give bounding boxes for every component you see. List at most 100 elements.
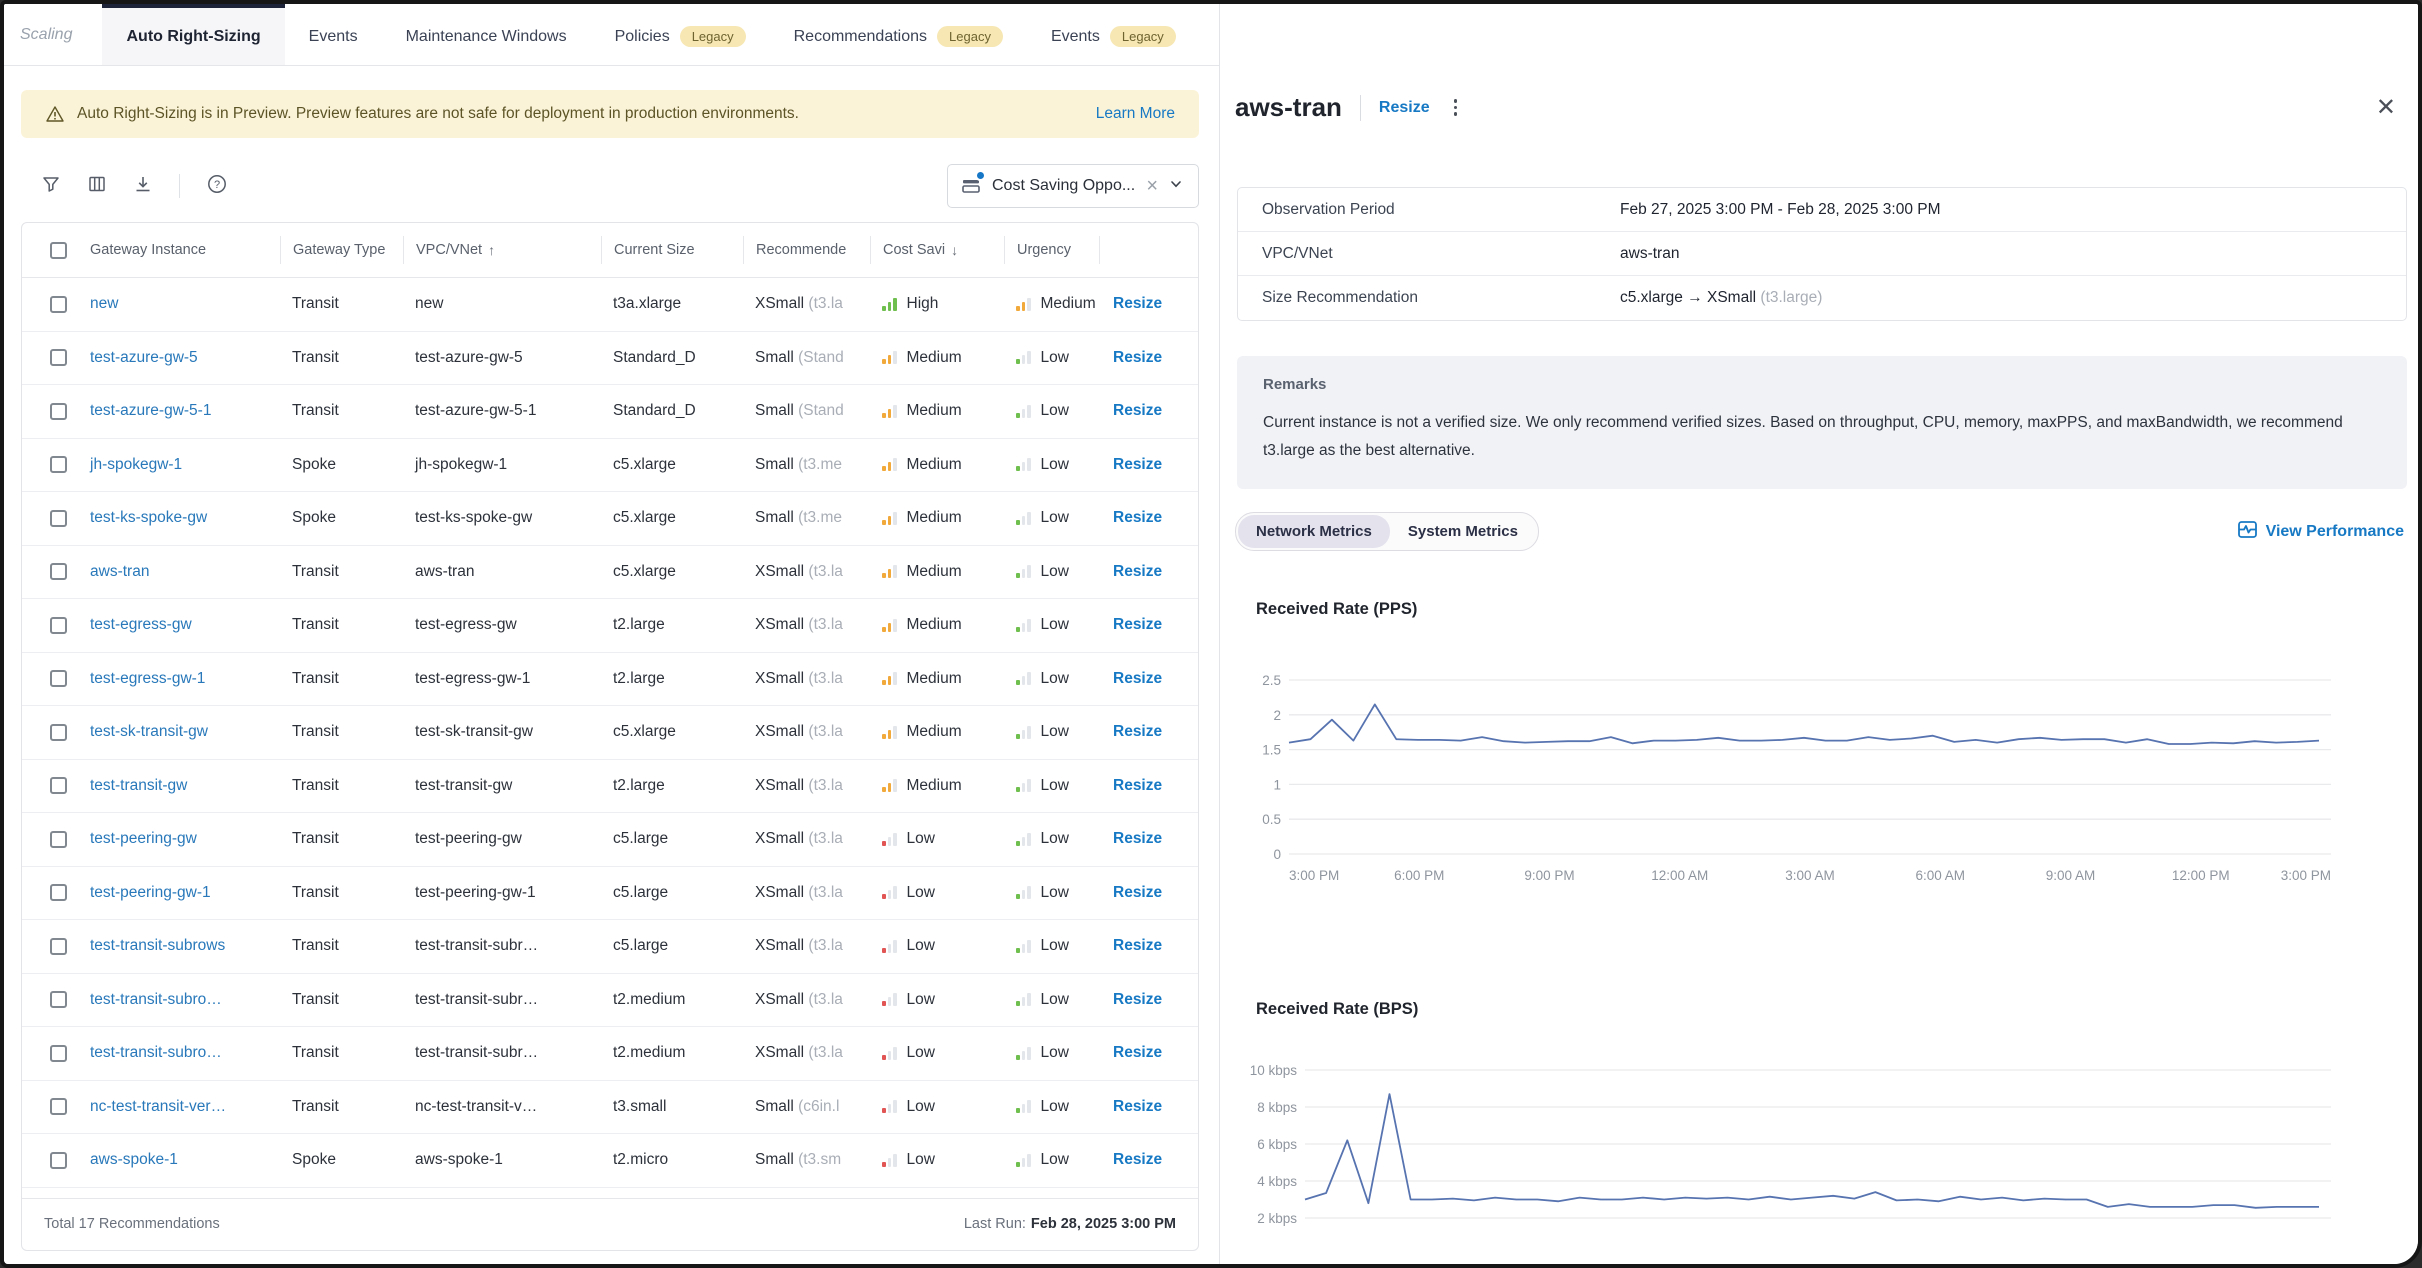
- tab-auto-right-sizing[interactable]: Auto Right-Sizing: [102, 4, 284, 65]
- resize-button[interactable]: Resize: [1099, 777, 1162, 794]
- cost-saving-cell: Low: [870, 937, 1004, 955]
- view-performance-link[interactable]: View Performance: [2237, 519, 2404, 545]
- resize-button[interactable]: Resize: [1099, 509, 1162, 526]
- recommended-size-cell: XSmall (t3.la: [743, 991, 870, 1009]
- resize-button[interactable]: Resize: [1099, 670, 1162, 687]
- gateway-instance-link[interactable]: new: [90, 295, 118, 312]
- resize-button[interactable]: Resize: [1099, 937, 1162, 954]
- gateway-instance-link[interactable]: test-azure-gw-5: [90, 349, 198, 366]
- metrics-tab-network-metrics[interactable]: Network Metrics: [1238, 515, 1390, 548]
- vpc-vnet-cell: test-peering-gw: [403, 830, 601, 848]
- row-checkbox[interactable]: [50, 777, 67, 794]
- gateway-instance-link[interactable]: test-transit-subrows: [90, 937, 225, 954]
- col-header-current-size[interactable]: Current Size: [601, 236, 743, 264]
- row-checkbox[interactable]: [50, 724, 67, 741]
- resize-button[interactable]: Resize: [1099, 563, 1162, 580]
- columns-icon[interactable]: [87, 174, 107, 199]
- resize-button[interactable]: Resize: [1099, 723, 1162, 740]
- gateway-instance-link[interactable]: test-peering-gw-1: [90, 884, 211, 901]
- row-checkbox[interactable]: [50, 349, 67, 366]
- gateway-instance-link[interactable]: test-transit-subro…: [90, 991, 222, 1008]
- gateway-instance-link[interactable]: test-ks-spoke-gw: [90, 509, 207, 526]
- svg-text:3:00 PM: 3:00 PM: [2281, 868, 2331, 883]
- col-header-recommended[interactable]: Recommende: [743, 236, 870, 264]
- urgency-bars-icon: [1016, 779, 1031, 792]
- row-checkbox[interactable]: [50, 938, 67, 955]
- clear-filter-icon[interactable]: ×: [1146, 176, 1158, 196]
- col-header-cost-saving[interactable]: Cost Savi↓: [870, 236, 1004, 264]
- help-icon[interactable]: ?: [206, 173, 228, 200]
- tab-events-legacy[interactable]: EventsLegacy: [1027, 4, 1200, 65]
- resize-button[interactable]: Resize: [1099, 991, 1162, 1008]
- table-row: test-azure-gw-5 Transit test-azure-gw-5 …: [22, 332, 1198, 386]
- tab-events[interactable]: Events: [285, 4, 382, 65]
- row-checkbox[interactable]: [50, 403, 67, 420]
- row-checkbox[interactable]: [50, 831, 67, 848]
- col-header-actions: [1099, 236, 1198, 264]
- gateway-instance-link[interactable]: test-azure-gw-5-1: [90, 402, 211, 419]
- row-checkbox[interactable]: [50, 617, 67, 634]
- select-all-checkbox[interactable]: [50, 242, 67, 259]
- row-checkbox[interactable]: [50, 991, 67, 1008]
- recommended-size-cell: XSmall (t3.la: [743, 777, 870, 795]
- learn-more-link[interactable]: Learn More: [1096, 105, 1175, 123]
- gateway-instance-link[interactable]: test-transit-subro…: [90, 1044, 222, 1061]
- remarks-box: Remarks Current instance is not a verifi…: [1237, 356, 2407, 489]
- resize-button[interactable]: Resize: [1099, 884, 1162, 901]
- resize-button[interactable]: Resize: [1099, 830, 1162, 847]
- tab-policies-legacy[interactable]: PoliciesLegacy: [591, 4, 770, 65]
- resize-button[interactable]: Resize: [1099, 1151, 1162, 1168]
- col-header-gateway-instance[interactable]: Gateway Instance: [78, 236, 280, 264]
- row-checkbox[interactable]: [50, 1045, 67, 1062]
- current-size-cell: c5.xlarge: [601, 456, 743, 474]
- vpc-vnet-cell: test-azure-gw-5-1: [403, 402, 601, 420]
- row-checkbox[interactable]: [50, 670, 67, 687]
- chevron-down-icon[interactable]: [1168, 176, 1184, 197]
- row-checkbox[interactable]: [50, 456, 67, 473]
- gateway-instance-link[interactable]: test-transit-gw: [90, 777, 187, 794]
- panel-resize-button[interactable]: Resize: [1379, 99, 1430, 117]
- close-icon[interactable]: ✕: [2376, 96, 2396, 120]
- resize-button[interactable]: Resize: [1099, 1044, 1162, 1061]
- gateway-type-cell: Transit: [280, 1098, 403, 1116]
- svg-text:1.5: 1.5: [1262, 743, 1281, 758]
- resize-button[interactable]: Resize: [1099, 349, 1162, 366]
- row-checkbox[interactable]: [50, 563, 67, 580]
- resize-button[interactable]: Resize: [1099, 402, 1162, 419]
- tabs-list: Auto Right-SizingEventsMaintenance Windo…: [102, 4, 1199, 65]
- row-checkbox[interactable]: [50, 510, 67, 527]
- gateway-instance-link[interactable]: aws-spoke-1: [90, 1151, 178, 1168]
- urgency-bars-icon: [1016, 886, 1031, 899]
- cost-saving-bars-icon: [882, 940, 897, 953]
- resize-button[interactable]: Resize: [1099, 616, 1162, 633]
- current-size-cell: t2.large: [601, 670, 743, 688]
- gateway-instance-link[interactable]: test-egress-gw: [90, 616, 192, 633]
- gateway-instance-link[interactable]: test-sk-transit-gw: [90, 723, 208, 740]
- resize-button[interactable]: Resize: [1099, 295, 1162, 312]
- gateway-instance-link[interactable]: aws-tran: [90, 563, 149, 580]
- tab-recommendations-legacy[interactable]: RecommendationsLegacy: [770, 4, 1027, 65]
- vpc-vnet-cell: test-egress-gw-1: [403, 670, 601, 688]
- resize-button[interactable]: Resize: [1099, 1098, 1162, 1115]
- preset-filter-select[interactable]: Cost Saving Oppo... ×: [947, 164, 1199, 208]
- tab-maintenance-windows[interactable]: Maintenance Windows: [382, 4, 591, 65]
- recommendations-table: Gateway Instance Gateway Type VPC/VNet↑ …: [21, 222, 1199, 1251]
- urgency-bars-icon: [1016, 565, 1031, 578]
- col-header-gateway-type[interactable]: Gateway Type: [280, 236, 403, 264]
- gateway-instance-link[interactable]: test-egress-gw-1: [90, 670, 205, 687]
- metrics-tab-system-metrics[interactable]: System Metrics: [1390, 515, 1536, 548]
- resize-button[interactable]: Resize: [1099, 456, 1162, 473]
- row-checkbox[interactable]: [50, 884, 67, 901]
- row-checkbox[interactable]: [50, 296, 67, 313]
- row-checkbox[interactable]: [50, 1098, 67, 1115]
- more-actions-icon[interactable]: [1448, 97, 1464, 118]
- col-header-vpc-vnet[interactable]: VPC/VNet↑: [403, 236, 601, 264]
- filter-icon[interactable]: [41, 174, 61, 199]
- download-icon[interactable]: [133, 174, 153, 199]
- row-checkbox[interactable]: [50, 1152, 67, 1169]
- col-header-urgency[interactable]: Urgency: [1004, 236, 1099, 264]
- gateway-instance-link[interactable]: nc-test-transit-ver…: [90, 1098, 226, 1115]
- cost-saving-cell: Medium: [870, 616, 1004, 634]
- gateway-instance-link[interactable]: jh-spokegw-1: [90, 456, 182, 473]
- gateway-instance-link[interactable]: test-peering-gw: [90, 830, 197, 847]
